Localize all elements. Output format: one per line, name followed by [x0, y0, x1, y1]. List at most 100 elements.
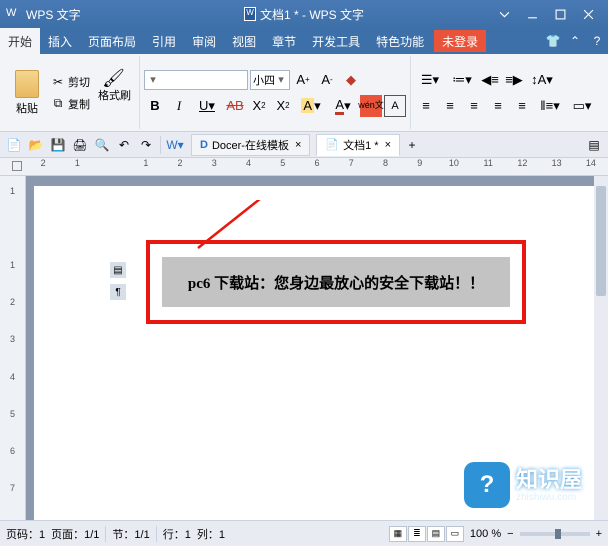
- char-border-button[interactable]: A: [384, 95, 406, 117]
- tab-insert[interactable]: 插入: [40, 28, 80, 54]
- redo-button[interactable]: ↷: [136, 135, 156, 155]
- zoom-label[interactable]: 100 %: [470, 528, 501, 540]
- tab-review[interactable]: 审阅: [184, 28, 224, 54]
- status-row[interactable]: 行：1: [163, 526, 191, 542]
- align-distribute-button[interactable]: ≡: [511, 95, 533, 117]
- page[interactable]: ▤ ¶ pc6 下载站：您身边最放心的安全下载站！！: [34, 186, 598, 520]
- shrink-font-button[interactable]: A-: [316, 69, 338, 91]
- doc-icon: W: [244, 7, 256, 21]
- new-button[interactable]: 📄: [4, 135, 24, 155]
- line-spacing-button[interactable]: ‖≡▾: [535, 95, 565, 117]
- minimize-ribbon-icon[interactable]: ⌃: [564, 34, 586, 48]
- cut-button[interactable]: ✂剪切: [46, 71, 94, 93]
- font-size-select[interactable]: 小四▾: [250, 70, 290, 90]
- print-preview-button[interactable]: 🔍: [92, 135, 112, 155]
- view-print-layout[interactable]: ▦: [389, 526, 407, 542]
- tab-start[interactable]: 开始: [0, 28, 40, 54]
- subscript-button[interactable]: X2: [272, 95, 294, 117]
- document-area: ▤ ¶ pc6 下载站：您身边最放心的安全下载站！！: [26, 176, 608, 520]
- bullets-button[interactable]: ☰▾: [415, 69, 445, 91]
- tab-special[interactable]: 特色功能: [368, 28, 432, 54]
- align-right-button[interactable]: ≡: [463, 95, 485, 117]
- ruler-tick: 1: [129, 158, 163, 175]
- open-button[interactable]: 📂: [26, 135, 46, 155]
- superscript-button[interactable]: X2: [248, 95, 270, 117]
- text-direction-button[interactable]: ↕A▾: [527, 69, 557, 91]
- status-page-val[interactable]: 页面：1/1: [51, 526, 99, 542]
- ruler-horizontal[interactable]: 211234567891011121314: [0, 158, 608, 176]
- decrease-indent-button[interactable]: ◀≡: [479, 69, 501, 91]
- minimize-button[interactable]: [518, 4, 546, 24]
- view-outline[interactable]: ≣: [408, 526, 426, 542]
- close-button[interactable]: [574, 4, 602, 24]
- undo-button[interactable]: ↶: [114, 135, 134, 155]
- zoom-out-button[interactable]: −: [507, 528, 513, 540]
- copy-button[interactable]: ⧉复制: [46, 93, 94, 115]
- phonetic-guide-button[interactable]: wén文: [360, 95, 382, 117]
- font-name-select[interactable]: ▾: [144, 70, 248, 90]
- scroll-thumb[interactable]: [596, 186, 606, 296]
- scrollbar-vertical[interactable]: [594, 176, 608, 520]
- ruler-tick: 7: [334, 158, 368, 175]
- tab-layout[interactable]: 页面布局: [80, 28, 144, 54]
- ruler-vertical[interactable]: 11234567: [0, 176, 26, 520]
- tab-view[interactable]: 视图: [224, 28, 264, 54]
- titlebar: W WPS 文字 W 文档1 * - WPS 文字: [0, 0, 608, 28]
- docer-tab[interactable]: DDocer-在线模板×: [191, 134, 310, 156]
- new-tab-button[interactable]: +: [402, 135, 422, 155]
- zoom-in-button[interactable]: +: [596, 528, 602, 540]
- format-painter-button[interactable]: 🖌格式刷: [94, 71, 135, 115]
- maximize-button[interactable]: [546, 4, 574, 24]
- menubar: 开始 插入 页面布局 引用 审阅 视图 章节 开发工具 特色功能 未登录 👕 ⌃…: [0, 28, 608, 54]
- clear-format-button[interactable]: ◆: [340, 69, 362, 91]
- status-page[interactable]: 页码：1: [6, 526, 45, 542]
- strike-button[interactable]: AB: [224, 95, 246, 117]
- ruler-tick: 2: [10, 297, 15, 334]
- bold-button[interactable]: B: [144, 95, 166, 117]
- align-left-button[interactable]: ≡: [415, 95, 437, 117]
- help-icon[interactable]: ?: [586, 34, 608, 48]
- nav-para-icon[interactable]: ¶: [110, 284, 126, 300]
- view-web[interactable]: ▤: [427, 526, 445, 542]
- increase-indent-button[interactable]: ≡▶: [503, 69, 525, 91]
- status-col[interactable]: 列：1: [197, 526, 225, 542]
- shading-button[interactable]: ▭▾: [567, 95, 597, 117]
- ruler-tick: 2: [163, 158, 197, 175]
- annotation-box: pc6 下载站：您身边最放心的安全下载站！！: [146, 240, 526, 324]
- align-center-button[interactable]: ≡: [439, 95, 461, 117]
- wps-menu-button[interactable]: W▾: [165, 135, 185, 155]
- nav-page-icon[interactable]: ▤: [110, 262, 126, 278]
- paste-label: 粘贴: [16, 100, 38, 116]
- clipboard-icon: [15, 70, 39, 98]
- font-color-button[interactable]: A▾: [328, 95, 358, 117]
- paste-button[interactable]: 粘贴: [8, 56, 46, 129]
- underline-button[interactable]: U ▾: [192, 95, 222, 117]
- login-badge[interactable]: 未登录: [434, 30, 486, 52]
- italic-button[interactable]: I: [168, 95, 190, 117]
- numbering-button[interactable]: ≔▾: [447, 69, 477, 91]
- tab-chapter[interactable]: 章节: [264, 28, 304, 54]
- ruler-tick: 8: [368, 158, 402, 175]
- view-buttons: ▦ ≣ ▤ ▭: [389, 526, 464, 542]
- align-justify-button[interactable]: ≡: [487, 95, 509, 117]
- ruler-tick: 6: [10, 446, 15, 483]
- grow-font-button[interactable]: A+: [292, 69, 314, 91]
- clipboard-group: 粘贴 ✂剪切 ⧉复制 🖌格式刷: [4, 56, 140, 129]
- skin-icon[interactable]: 👕: [542, 34, 564, 48]
- status-section[interactable]: 节：1/1: [112, 526, 149, 542]
- print-button[interactable]: 🖨: [70, 135, 90, 155]
- tab-reference[interactable]: 引用: [144, 28, 184, 54]
- statusbar: 页码：1 页面：1/1 节：1/1 行：1 列：1 ▦ ≣ ▤ ▭ 100 % …: [0, 520, 608, 546]
- highlight-color-button[interactable]: A▾: [296, 95, 326, 117]
- dropdown-button[interactable]: [490, 4, 518, 24]
- selected-text[interactable]: pc6 下载站：您身边最放心的安全下载站！！: [162, 257, 510, 307]
- tab-list-button[interactable]: ▤: [584, 135, 604, 155]
- save-button[interactable]: 💾: [48, 135, 68, 155]
- zoom-slider[interactable]: [520, 532, 590, 536]
- tab-dev[interactable]: 开发工具: [304, 28, 368, 54]
- zoom-thumb[interactable]: [555, 529, 561, 539]
- copy-icon: ⧉: [50, 96, 66, 112]
- doc1-tab[interactable]: 📄文档1 *×: [316, 134, 400, 156]
- quick-access-toolbar: 📄 📂 💾 🖨 🔍 ↶ ↷ W▾ DDocer-在线模板× 📄文档1 *× + …: [0, 132, 608, 158]
- view-reading[interactable]: ▭: [446, 526, 464, 542]
